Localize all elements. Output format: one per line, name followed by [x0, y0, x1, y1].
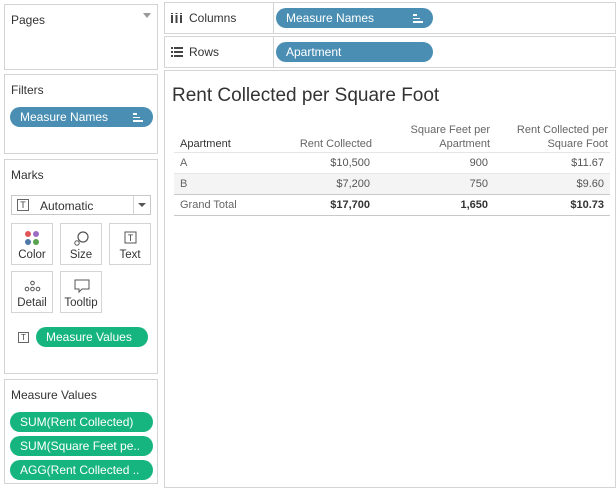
columns-label: Columns — [189, 11, 237, 25]
pages-card[interactable]: Pages — [4, 4, 158, 70]
cell-apartment: A — [174, 152, 264, 174]
size-icon — [61, 230, 101, 246]
detail-button[interactable]: Detail — [11, 271, 53, 313]
color-button[interactable]: Color — [11, 223, 53, 265]
cell-apartment: B — [174, 173, 264, 195]
text-button-label: Text — [119, 249, 141, 261]
text-mark-icon: T — [17, 199, 29, 211]
color-button-label: Color — [18, 249, 46, 261]
text-icon: T — [110, 230, 150, 246]
measure-pill-label: SUM(Square Feet pe.. — [20, 439, 141, 453]
detail-icon — [12, 278, 52, 294]
size-button[interactable]: Size — [60, 223, 102, 265]
rows-shelf[interactable]: Rows Apartment — [164, 36, 616, 68]
chevron-down-icon — [138, 203, 146, 207]
tooltip-icon — [61, 278, 101, 294]
worksheet-title: Rent Collected per Square Foot — [172, 85, 440, 106]
worksheet-view: Rent Collected per Square Foot Apartment… — [164, 70, 616, 488]
marks-pill-label: Measure Values — [46, 330, 132, 344]
text-button[interactable]: T Text — [109, 223, 151, 265]
tooltip-button-label: Tooltip — [64, 297, 98, 309]
marks-card: Marks T Automatic Color Size T Text Deta… — [4, 159, 158, 374]
rows-pill-label: Apartment — [286, 45, 342, 59]
pages-menu-caret-icon[interactable] — [143, 13, 151, 18]
marks-title: Marks — [11, 168, 44, 182]
crosstab-table: Apartment Rent Collected Square Feet per… — [174, 123, 610, 216]
columns-pill-label: Measure Names — [286, 11, 375, 25]
color-icon — [12, 230, 52, 246]
columns-pill-measure-names[interactable]: Measure Names — [276, 8, 433, 28]
filters-card: Filters Measure Names — [4, 74, 158, 154]
columns-shelf[interactable]: Columns Measure Names — [164, 2, 616, 34]
filter-pill-measure-names[interactable]: Measure Names — [10, 107, 153, 127]
cell-rent: $10,500 — [264, 152, 376, 174]
sort-icon — [413, 14, 423, 23]
text-encoding-icon: T — [18, 332, 29, 343]
cell-grand-total-label: Grand Total — [174, 194, 264, 216]
table-row[interactable]: A $10,500 900 $11.67 — [174, 152, 610, 174]
rows-shelf-label: Rows — [171, 37, 219, 67]
pages-title: Pages — [11, 13, 46, 27]
filter-pill-label: Measure Names — [20, 110, 109, 124]
cell-sqft: 900 — [376, 152, 494, 174]
measure-pill-rent-per-sqft[interactable]: AGG(Rent Collected .. — [10, 460, 153, 480]
measure-values-title: Measure Values — [11, 388, 97, 402]
cell-total-rent: $17,700 — [264, 194, 376, 216]
rows-label: Rows — [189, 45, 220, 59]
filters-title: Filters — [11, 83, 44, 97]
cell-total-sqft: 1,650 — [376, 194, 494, 216]
svg-text:T: T — [128, 233, 134, 243]
size-button-label: Size — [69, 249, 93, 261]
table-row[interactable]: B $7,200 750 $9.60 — [174, 173, 610, 195]
cell-total-per-sqft: $10.73 — [494, 194, 610, 216]
header-apartment[interactable]: Apartment — [174, 123, 264, 153]
rows-pill-apartment[interactable]: Apartment — [276, 42, 433, 62]
cell-per-sqft: $11.67 — [494, 152, 610, 174]
mark-type-label: Automatic — [40, 199, 94, 213]
mark-type-dropdown[interactable]: T Automatic — [11, 195, 151, 215]
cell-sqft: 750 — [376, 173, 494, 195]
sort-icon — [133, 113, 143, 122]
measure-pill-rent-collected[interactable]: SUM(Rent Collected) — [10, 412, 153, 432]
header-rent-per-sqft[interactable]: Rent Collected per Square Foot — [494, 123, 610, 153]
grand-total-row[interactable]: Grand Total $17,700 1,650 $10.73 — [174, 194, 610, 216]
marks-pill-measure-values[interactable]: Measure Values — [36, 327, 148, 347]
measure-pill-label: SUM(Rent Collected) — [20, 415, 134, 429]
detail-button-label: Detail — [17, 297, 47, 309]
columns-icon — [171, 4, 183, 23]
cell-per-sqft: $9.60 — [494, 173, 610, 195]
tooltip-button[interactable]: Tooltip — [60, 271, 102, 313]
measure-values-card: Measure Values SUM(Rent Collected) SUM(S… — [4, 379, 158, 484]
measure-pill-square-feet[interactable]: SUM(Square Feet pe.. — [10, 436, 153, 456]
cell-rent: $7,200 — [264, 173, 376, 195]
header-rent-collected[interactable]: Rent Collected — [264, 123, 376, 153]
rows-icon — [171, 38, 183, 57]
left-pane: Pages Filters Measure Names Marks T Auto… — [0, 0, 162, 488]
columns-shelf-label: Columns — [171, 3, 236, 33]
header-square-feet[interactable]: Square Feet per Apartment — [376, 123, 494, 153]
measure-pill-label: AGG(Rent Collected .. — [20, 463, 140, 477]
